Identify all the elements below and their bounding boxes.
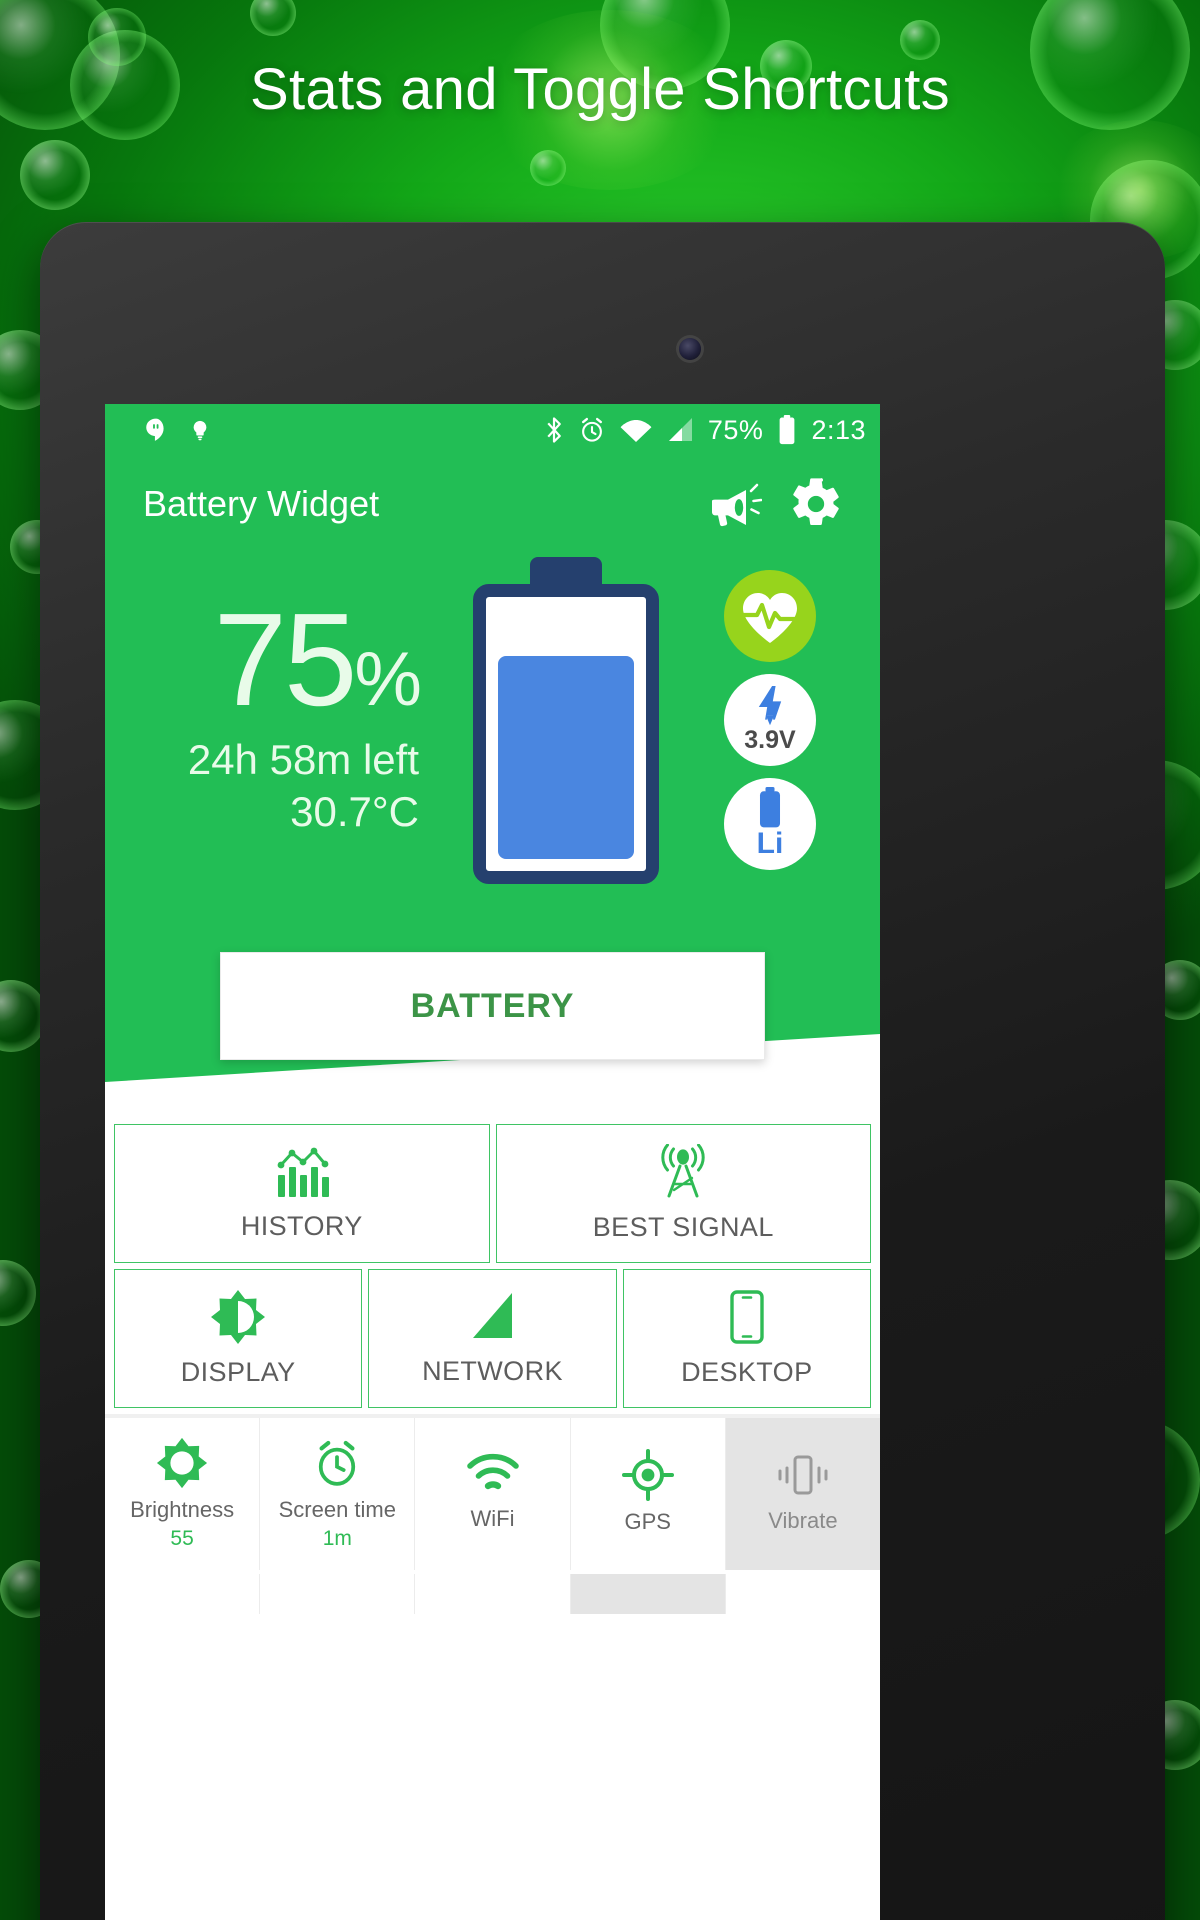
toggle-vibrate-label: Vibrate [768, 1508, 838, 1533]
vibrate-icon [777, 1450, 829, 1500]
tile-best-signal[interactable]: BEST SIGNAL [495, 1124, 871, 1263]
alarm-clock-icon [312, 1437, 362, 1489]
status-battery-percent: 75% [707, 414, 764, 445]
battery-cap [530, 557, 602, 591]
battery-temperature: 30.7°C [290, 788, 419, 835]
lightbulb-icon [189, 416, 211, 444]
battery-graphic [435, 552, 665, 982]
tile-desktop-label: DESKTOP [681, 1357, 813, 1387]
bluetooth-icon [544, 415, 564, 445]
battery-button[interactable]: BATTERY [220, 952, 765, 1060]
promo-screenshot: Stats and Toggle Shortcuts 75% 2:13 Batt… [0, 0, 1200, 1920]
bar-chart-icon [272, 1145, 332, 1199]
brightness-icon [210, 1289, 266, 1345]
gear-icon[interactable] [788, 476, 844, 532]
toggle-gps-label: GPS [624, 1509, 671, 1534]
toggle-brightness-value: 55 [170, 1527, 194, 1550]
tile-display[interactable]: DISPLAY [114, 1269, 363, 1408]
wifi-icon [620, 417, 652, 443]
toggle-partial-3[interactable] [415, 1574, 571, 1614]
toggle-shortcuts-row: Brightness 55 Screen time 1m WiFi GPS Vi… [105, 1414, 880, 1570]
battery-badges: 3.9V Li [665, 552, 875, 982]
front-camera [679, 338, 701, 360]
gps-crosshair-icon [621, 1449, 674, 1501]
app-bar: Battery Widget [105, 456, 880, 552]
promo-headline: Stats and Toggle Shortcuts [250, 57, 950, 122]
toggle-screen-time-value: 1m [322, 1527, 352, 1550]
battery-icon [757, 787, 783, 829]
toggle-shortcuts-row-partial [105, 1574, 880, 1614]
hangouts-icon [143, 416, 169, 444]
toggle-wifi[interactable]: WiFi [415, 1418, 571, 1570]
toggle-gps[interactable]: GPS [570, 1418, 726, 1570]
status-battery-icon [777, 415, 797, 445]
battery-voltage-caption: 3.9V [744, 725, 796, 754]
toggle-screen-time-label: Screen time [278, 1497, 396, 1522]
toggle-screen-time[interactable]: Screen time 1m [260, 1418, 416, 1570]
app-screen: 75% 2:13 Battery Widget 75% 24h 58m left… [105, 404, 880, 1920]
smartphone-icon [725, 1289, 769, 1345]
battery-technology-caption: Li [756, 827, 784, 860]
tile-history[interactable]: HISTORY [114, 1124, 490, 1263]
battery-fill [498, 656, 634, 859]
wifi-icon [466, 1452, 520, 1498]
status-bar: 75% 2:13 [105, 404, 880, 456]
battery-stats: 75% 24h 58m left 30.7°C [105, 552, 435, 982]
toggle-partial-1[interactable] [105, 1574, 261, 1614]
app-title: Battery Widget [143, 483, 380, 524]
alarm-icon [578, 416, 606, 444]
brightness-sun-icon [156, 1437, 208, 1489]
lightning-bolt-icon [752, 685, 788, 728]
status-clock: 2:13 [811, 414, 866, 445]
toggle-brightness[interactable]: Brightness 55 [105, 1418, 261, 1570]
tile-network-label: NETWORK [422, 1356, 563, 1386]
toggle-partial-4[interactable] [570, 1574, 726, 1614]
tile-display-label: DISPLAY [180, 1357, 296, 1387]
cellular-signal-icon [666, 417, 694, 443]
shortcut-tiles: HISTORY BEST SIGNAL DISPLAY NETWORK DESK… [105, 1082, 880, 1408]
tile-history-label: HISTORY [240, 1211, 363, 1241]
tile-best-signal-label: BEST SIGNAL [592, 1212, 774, 1242]
tile-desktop[interactable]: DESKTOP [622, 1269, 871, 1408]
battery-voltage-badge[interactable]: 3.9V [724, 674, 816, 766]
signal-triangle-icon [467, 1290, 517, 1344]
battery-percent-display: 75% [213, 586, 422, 733]
tile-network[interactable]: NETWORK [368, 1269, 617, 1408]
heart-pulse-icon [739, 589, 801, 645]
toggle-wifi-label: WiFi [470, 1506, 515, 1531]
battery-technology-badge[interactable]: Li [724, 778, 816, 870]
battery-time-left: 24h 58m left [187, 736, 419, 783]
announcement-icon[interactable] [706, 479, 762, 529]
antenna-tower-icon [653, 1144, 713, 1200]
battery-health-badge[interactable] [724, 570, 816, 662]
toggle-partial-2[interactable] [260, 1574, 416, 1614]
toggle-brightness-label: Brightness [130, 1497, 235, 1522]
toggle-partial-5[interactable] [725, 1574, 880, 1614]
toggle-vibrate[interactable]: Vibrate [725, 1418, 880, 1570]
tile-row-1: HISTORY BEST SIGNAL [114, 1124, 871, 1263]
tile-row-2: DISPLAY NETWORK DESKTOP [114, 1269, 871, 1408]
